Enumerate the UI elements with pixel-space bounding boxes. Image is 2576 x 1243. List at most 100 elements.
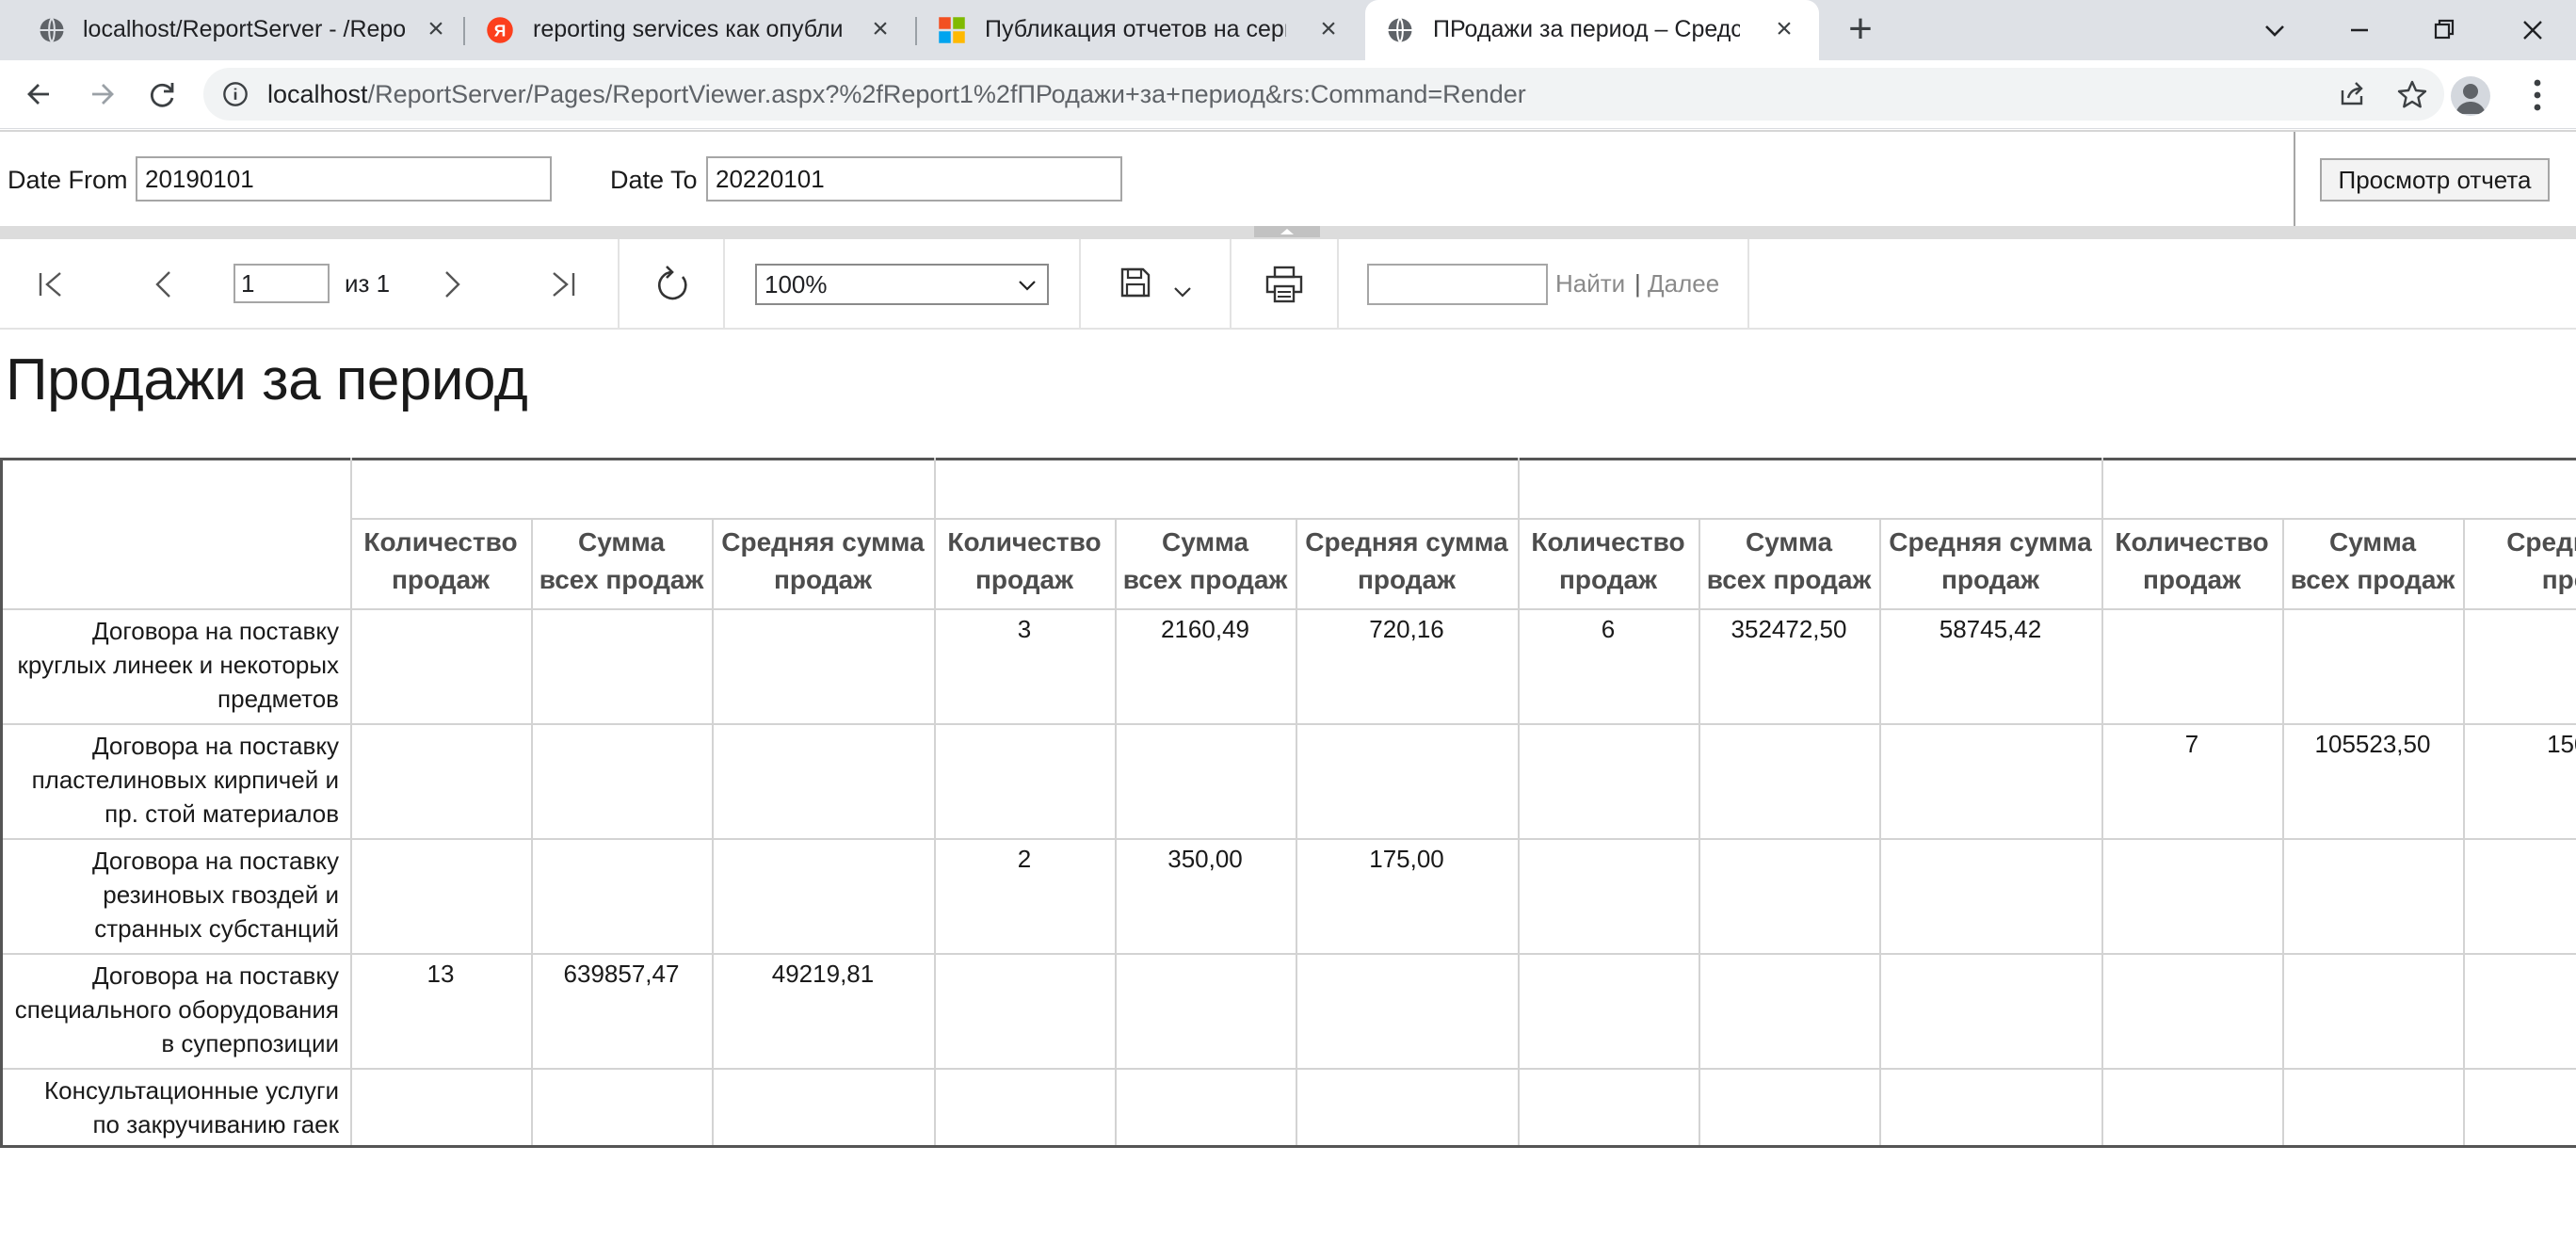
menu-kebab-icon[interactable] — [2523, 73, 2552, 117]
export-save-icon[interactable] — [1119, 266, 1152, 299]
browser-tab-1[interactable]: localhost/ReportServer - /Report × — [0, 0, 459, 60]
restore-icon[interactable] — [2420, 6, 2469, 55]
measure-header-line: прод — [2541, 565, 2576, 594]
browser-tab-3[interactable]: Публикация отчетов на сервере × — [917, 0, 1367, 60]
find-link[interactable]: Найти — [1555, 269, 1625, 298]
value-cell: 105523,50 — [2314, 730, 2431, 758]
yandex-icon: Я — [487, 17, 513, 43]
toolbar-separator — [1747, 239, 1749, 328]
zoom-select[interactable]: 100% — [755, 264, 1049, 305]
measure-header-line: Количество — [947, 527, 1102, 557]
measure-header: Средняя с прод — [2463, 524, 2576, 599]
measure-header-line: всех продаж — [1706, 565, 1872, 594]
value-cell: 350,00 — [1167, 845, 1243, 873]
close-icon[interactable]: × — [1312, 13, 1344, 45]
collapse-parameters-icon[interactable] — [1254, 226, 1320, 237]
close-window-icon[interactable] — [2508, 6, 2557, 55]
find-next-link[interactable]: Далее — [1648, 269, 1719, 298]
refresh-icon[interactable] — [652, 264, 693, 305]
grid-line — [531, 518, 533, 1145]
tab-title: Публикация отчетов на сервере — [985, 16, 1286, 42]
minimize-icon[interactable] — [2335, 6, 2384, 55]
export-dropdown-chevron-icon[interactable] — [1171, 281, 1194, 303]
measure-header-line: Средняя сумма — [721, 527, 925, 557]
share-icon[interactable] — [2335, 77, 2369, 111]
date-from-input[interactable]: 20190101 — [136, 156, 552, 202]
close-icon[interactable]: × — [1768, 13, 1800, 45]
value-cell: 49219,81 — [771, 960, 875, 988]
bookmark-star-icon[interactable] — [2395, 77, 2429, 111]
contract-row-header: Договора на поставку пластелиновых кирпич… — [0, 729, 346, 831]
measure-header: Сумма всех продаж — [2282, 524, 2463, 599]
measure-header: Средняя сумма продаж — [1879, 524, 2101, 599]
measure-header-line: продаж — [2143, 565, 2241, 594]
grid-line — [2463, 518, 2465, 1145]
value-cell: 175,00 — [1369, 845, 1444, 873]
date-from-label: Date From — [8, 166, 128, 194]
contract-line: Договора на поставку — [92, 961, 339, 990]
browser-tab-2[interactable]: Я reporting services как опубликов × — [465, 0, 915, 60]
previous-page-icon[interactable] — [147, 267, 181, 301]
toolbar-separator — [1079, 239, 1081, 328]
measure-header-line: продаж — [1941, 565, 2039, 594]
first-page-icon[interactable] — [34, 267, 68, 301]
forward-arrow-icon[interactable] — [77, 70, 126, 119]
value-cell: 58745,42 — [1939, 615, 2042, 643]
contract-line: в суперпозиции — [161, 1029, 339, 1057]
view-report-button[interactable]: Просмотр отчета — [2320, 158, 2550, 202]
measure-header-line: продаж — [392, 565, 490, 594]
profile-avatar-icon[interactable] — [2451, 76, 2490, 116]
value-cell: 3 — [1017, 615, 1032, 643]
grid-line — [2282, 518, 2284, 1145]
value-cell: 2160,49 — [1161, 615, 1249, 643]
value-cell: 2 — [1017, 845, 1032, 873]
reload-icon[interactable] — [137, 70, 186, 119]
browser-toolbar: localhost/ReportServer/Pages/ReportViewe… — [0, 60, 2576, 129]
value-cell: 720,16 — [1369, 615, 1444, 643]
browser-tab-4-active[interactable]: ПРодажи за период – Средство × — [1365, 0, 1819, 60]
tab-title: reporting services как опубликов — [533, 16, 844, 42]
contract-line: предметов — [217, 685, 339, 713]
new-tab-icon[interactable]: + — [1838, 8, 1883, 53]
next-page-icon[interactable] — [435, 267, 469, 301]
toolbar-separator — [618, 239, 620, 328]
contract-row-header: Договора на поставку резиновых гвоздей и с… — [0, 844, 346, 945]
grid-line — [0, 838, 2576, 840]
contract-line: пр. стой материалов — [105, 799, 339, 828]
toolbar-separator — [1337, 239, 1339, 328]
measure-header: Сумма всех продаж — [1115, 524, 1296, 599]
url-host: localhost — [267, 80, 368, 108]
grid-line — [0, 1068, 2576, 1070]
globe-icon — [40, 17, 64, 43]
measure-header: Средняя сумма продаж — [1296, 524, 1518, 599]
contract-line: Договора на поставку — [92, 847, 339, 875]
measure-header-line: всех продаж — [539, 565, 704, 594]
measure-header-line: продаж — [1358, 565, 1456, 594]
date-to-input[interactable]: 20220101 — [706, 156, 1122, 202]
tab-search-chevron-icon[interactable] — [2250, 6, 2299, 55]
measure-header-line: Сумма — [577, 527, 666, 557]
grid-line — [350, 518, 2576, 520]
measure-header-line: Количество — [363, 527, 518, 557]
current-page-input[interactable]: 1 — [233, 264, 330, 303]
report-matrix-table: Количество продаж Сумма всех продаж Средняя … — [0, 458, 2576, 1149]
find-text-input[interactable] — [1367, 264, 1548, 305]
close-icon[interactable]: × — [420, 13, 452, 45]
report-parameters-panel: Date From 20190101 Date To 20220101 Прос… — [0, 130, 2576, 228]
address-bar[interactable]: localhost/ReportServer/Pages/ReportViewe… — [203, 68, 2444, 121]
site-info-icon[interactable] — [222, 81, 249, 107]
svg-text:Я: Я — [494, 21, 507, 40]
toolbar-separator — [723, 239, 725, 328]
measure-header-line: всех продаж — [2290, 565, 2455, 594]
contract-line: Договора на поставку — [92, 732, 339, 760]
measure-header: Количество продаж — [350, 524, 531, 599]
measure-header-line: продаж — [774, 565, 872, 594]
value-cell: 13 — [427, 960, 455, 988]
back-arrow-icon[interactable] — [15, 70, 64, 119]
chevron-down-icon — [1019, 281, 1036, 291]
close-icon[interactable]: × — [864, 13, 896, 45]
microsoft-icon — [939, 17, 965, 43]
url-text: localhost/ReportServer/Pages/ReportViewe… — [267, 79, 1526, 109]
last-page-icon[interactable] — [546, 267, 580, 301]
print-icon[interactable] — [1264, 264, 1305, 305]
